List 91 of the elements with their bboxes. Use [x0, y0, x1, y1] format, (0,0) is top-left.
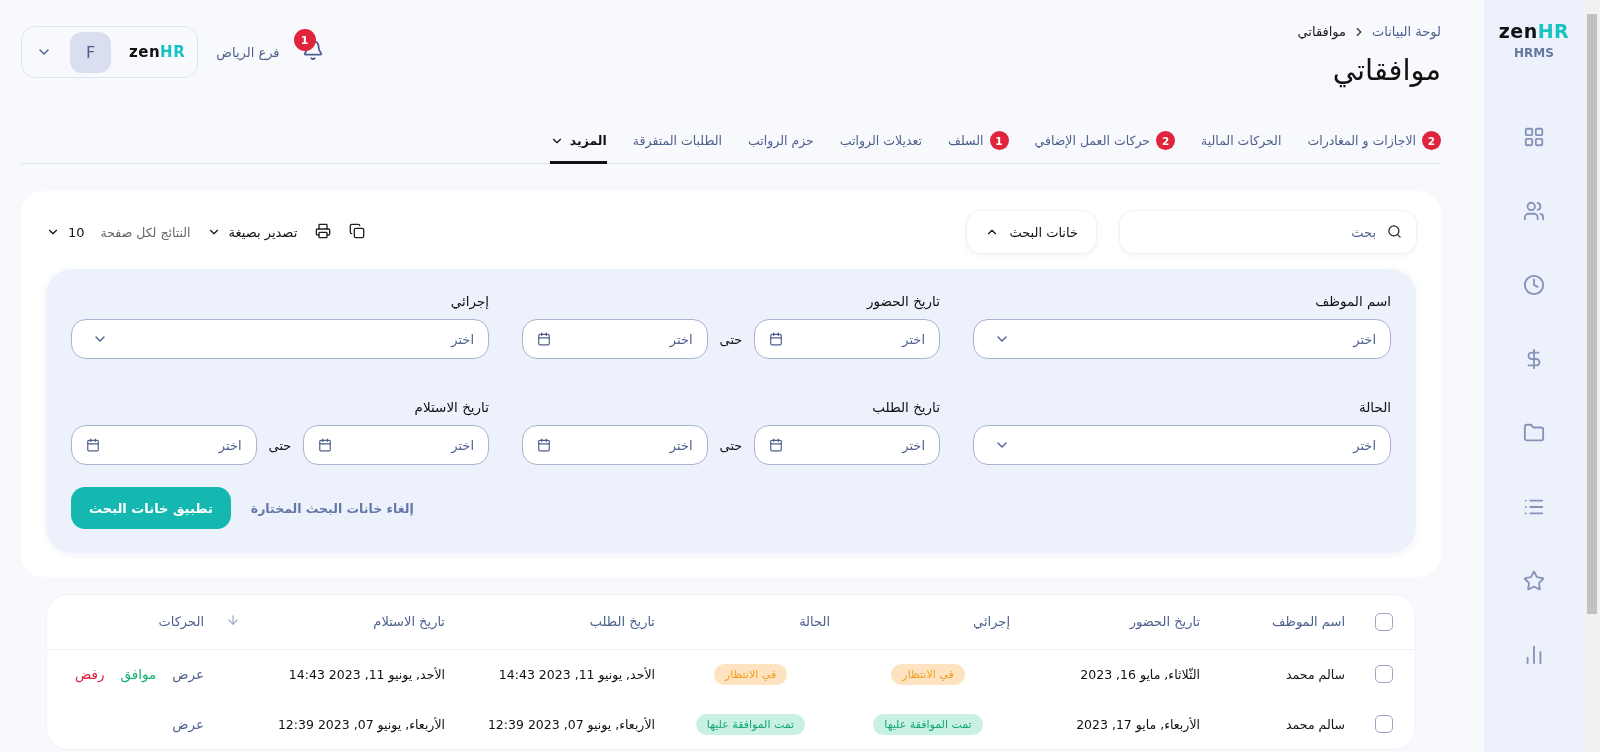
tab[interactable]: تعديلات الرواتب — [839, 123, 922, 164]
select-field[interactable]: اختر — [71, 319, 489, 359]
column-header: الحركات — [158, 614, 204, 630]
tab-label: الحركات المالية — [1201, 133, 1282, 148]
branch-name: فرع الرياض — [216, 44, 280, 60]
field-label: اسم الموظف — [1315, 293, 1391, 309]
status-badge: تمت الموافقة عليها — [873, 713, 983, 735]
table-cell: الأربعاء, يونيو 07, 2023 12:39 — [487, 716, 655, 732]
company-logo: zenHR — [129, 43, 186, 61]
app-logo: zenHR — [1498, 20, 1570, 42]
print-icon[interactable] — [313, 223, 332, 241]
range-separator: حتى — [268, 437, 292, 453]
tab-label: الطلبات المتفرقة — [632, 133, 722, 148]
calendar-icon — [769, 438, 784, 452]
date-field[interactable]: اختر — [522, 319, 708, 359]
column-header[interactable]: إجرائي — [973, 614, 1010, 630]
table-cell: سالم محمد — [1286, 666, 1345, 682]
date-field[interactable]: اختر — [522, 425, 708, 465]
date-field[interactable]: اختر — [303, 425, 489, 465]
clock-icon[interactable] — [1523, 274, 1545, 296]
select-field[interactable]: اختر — [973, 319, 1391, 359]
breadcrumb-item: موافقاتي — [1297, 24, 1346, 39]
export-dropdown[interactable]: تصدير بصيغة — [206, 224, 298, 240]
status-badge: في الانتظار — [713, 663, 788, 685]
tab-label: تعديلات الرواتب — [839, 133, 922, 148]
breadcrumb-item[interactable]: لوحة البيانات — [1372, 24, 1441, 39]
tab-label: السلف — [948, 133, 984, 148]
field-label: إجرائي — [450, 293, 489, 309]
calendar-icon — [318, 438, 333, 452]
field-label: تاريخ الطلب — [872, 399, 940, 415]
checkbox[interactable] — [1375, 715, 1393, 733]
tab-label: الاجازات و المغادرات — [1307, 133, 1416, 148]
field-label: الحالة — [1358, 399, 1391, 415]
search-field[interactable]: بحث — [1120, 211, 1416, 253]
range-separator: حتى — [719, 437, 743, 453]
column-header[interactable]: تاريخ الحضور — [1129, 614, 1200, 630]
clear-filters-link[interactable]: إلغاء خانات البحث المختارة — [250, 500, 414, 516]
tab[interactable]: حزم الرواتب — [748, 123, 814, 164]
table-cell: الأربعاء, مايو 17, 2023 — [1076, 716, 1200, 732]
column-header[interactable]: تاريخ الطلب — [589, 614, 655, 630]
copy-icon[interactable] — [347, 223, 366, 241]
field-label: تاريخ الاستلام — [414, 399, 489, 415]
folder-icon[interactable] — [1523, 422, 1545, 444]
tab-label: حركات العمل الإضافي — [1034, 133, 1151, 148]
users-icon[interactable] — [1523, 200, 1545, 222]
tab[interactable]: الطلبات المتفرقة — [632, 123, 722, 164]
per-page-label: النتائج لكل صفحة — [100, 224, 191, 240]
app-subtitle: HRMS — [1514, 46, 1554, 60]
checkbox[interactable] — [1375, 612, 1393, 631]
search-icon — [1386, 224, 1402, 240]
status-badge: تمت الموافقة عليها — [695, 713, 806, 735]
checkbox[interactable] — [1375, 665, 1393, 684]
date-field[interactable]: اختر — [71, 425, 257, 465]
action-link[interactable]: عرض — [172, 666, 204, 683]
action-link[interactable]: رفض — [75, 666, 105, 683]
column-header[interactable]: اسم الموظف — [1272, 614, 1345, 630]
column-header[interactable]: تاريخ الاستلام — [373, 614, 445, 630]
account-menu[interactable]: F zenHR — [21, 26, 199, 78]
table-cell: الأحد, يونيو 11, 2023 14:43 — [288, 666, 445, 682]
action-link[interactable]: عرض — [172, 716, 204, 732]
dashboard-icon[interactable] — [1523, 126, 1545, 148]
per-page-dropdown[interactable]: 10 — [46, 224, 85, 240]
status-badge: في الانتظار — [891, 663, 965, 685]
avatar: F — [70, 31, 111, 73]
table-cell: سالم محمد — [1286, 716, 1345, 732]
calendar-icon — [769, 332, 784, 346]
star-icon[interactable] — [1523, 570, 1545, 592]
tab-count-badge: 2 — [1156, 131, 1176, 150]
calendar-icon — [537, 332, 551, 346]
tab-count-badge: 1 — [989, 131, 1009, 150]
scrollbar[interactable] — [1584, 0, 1600, 752]
calendar-icon — [86, 438, 100, 452]
select-field[interactable]: اختر — [973, 425, 1391, 465]
range-separator: حتى — [719, 331, 743, 347]
tab-label: المزيد — [569, 133, 607, 148]
column-header[interactable]: الحالة — [799, 614, 830, 630]
notification-count: 1 — [293, 29, 316, 51]
sort-arrow-icon[interactable] — [226, 613, 240, 628]
table-cell: الأحد, يونيو 11, 2023 14:43 — [498, 666, 655, 682]
date-field[interactable]: اختر — [754, 425, 940, 465]
date-field[interactable]: اختر — [754, 319, 940, 359]
field-label: تاريخ الحضور — [867, 293, 940, 309]
tab-label: حزم الرواتب — [748, 133, 814, 148]
table-cell: الأربعاء, يونيو 07, 2023 12:39 — [277, 716, 445, 732]
table-cell: الثّلاثاء, مايو 16, 2023 — [1080, 666, 1200, 682]
tab[interactable]: المزيد — [549, 123, 607, 164]
calendar-icon — [537, 438, 551, 452]
tab-count-badge: 2 — [1422, 131, 1441, 150]
page-title: موافقاتي — [1332, 53, 1441, 87]
tab[interactable]: الحركات المالية — [1201, 123, 1282, 164]
search-filters-button[interactable]: خانات البحث — [967, 211, 1096, 253]
